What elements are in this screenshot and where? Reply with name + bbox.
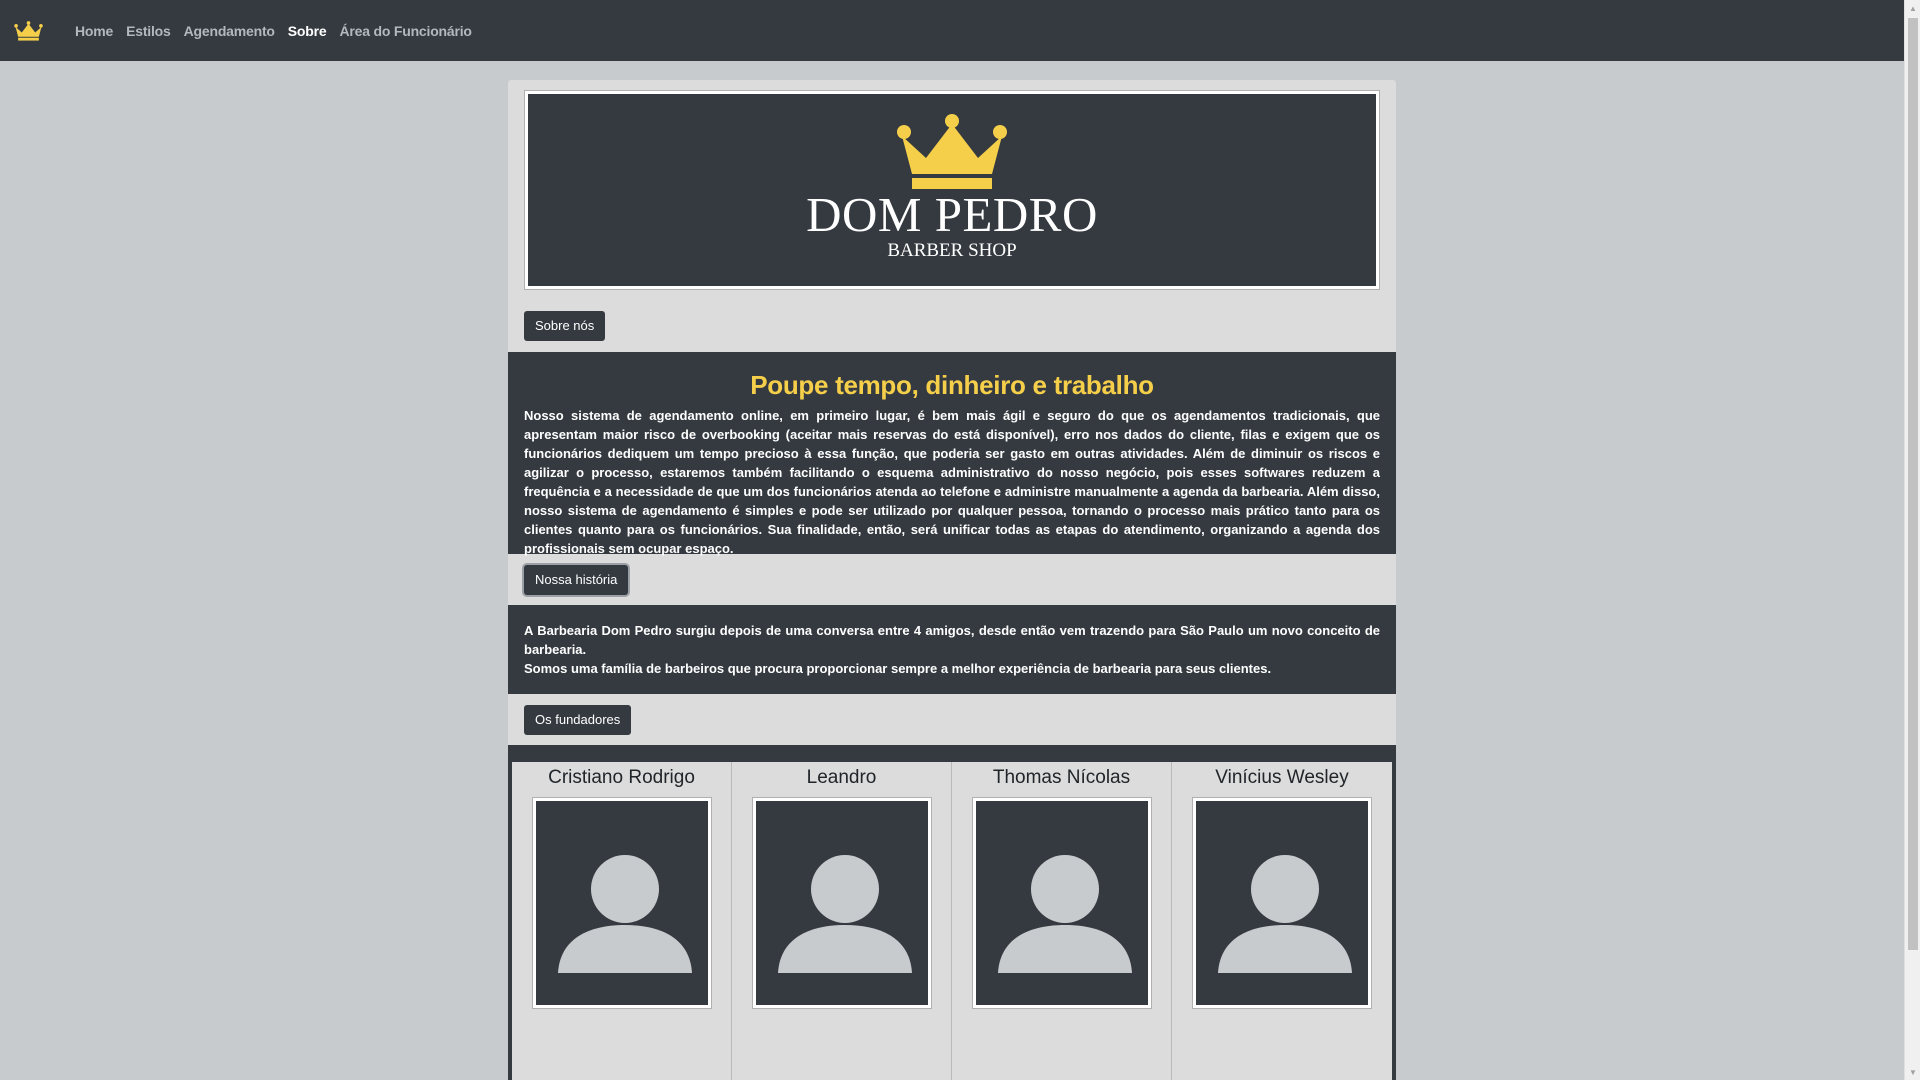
hero-title: DOM PEDRO xyxy=(806,187,1098,242)
avatar-placeholder-icon xyxy=(557,855,692,973)
nav-agendamento[interactable]: Agendamento xyxy=(184,23,275,39)
avatar-placeholder-icon xyxy=(777,855,912,973)
crown-icon xyxy=(897,114,1007,189)
nav-estilos[interactable]: Estilos xyxy=(126,23,171,39)
about-text: Nosso sistema de agendamento online, em … xyxy=(524,408,1380,556)
hero-banner: DOM PEDRO BARBER SHOP xyxy=(524,90,1380,290)
top-navbar: Home Estilos Agendamento Sobre Área do F… xyxy=(0,0,1904,61)
about-section: Poupe tempo, dinheiro e trabalho Nosso s… xyxy=(508,352,1396,556)
founder-photo xyxy=(971,797,1152,1009)
founder-card: Leandro xyxy=(732,762,952,1080)
about-us-button[interactable]: Sobre nós xyxy=(524,311,606,341)
scroll-up-arrow-icon[interactable]: ▲ xyxy=(1905,0,1920,16)
crown-icon xyxy=(14,20,43,41)
scroll-thumb[interactable] xyxy=(1908,18,1918,950)
about-container: DOM PEDRO BARBER SHOP Sobre nós Poupe te… xyxy=(508,80,1396,1080)
avatar-placeholder-icon xyxy=(1218,855,1352,973)
our-history-button[interactable]: Nossa história xyxy=(524,565,629,595)
vertical-scrollbar[interactable]: ▲ ▼ xyxy=(1904,0,1920,1080)
history-paragraph-2: Somos uma família de barbeiros que procu… xyxy=(524,661,1272,676)
founder-name: Leandro xyxy=(806,767,877,788)
nav-area-funcionario[interactable]: Área do Funcionário xyxy=(339,23,472,39)
founder-card: Vinícius Wesley xyxy=(1172,762,1392,1080)
founder-photo xyxy=(531,797,712,1009)
hero-subtitle: BARBER SHOP xyxy=(887,240,1017,261)
history-paragraph-1: A Barbearia Dom Pedro surgiu depois de u… xyxy=(524,623,1380,657)
nav-home[interactable]: Home xyxy=(75,23,113,39)
founder-photo xyxy=(751,797,932,1009)
founder-name: Vinícius Wesley xyxy=(1215,767,1349,788)
founders-grid: Cristiano Rodrigo Leandro Thomas Nícolas… xyxy=(512,762,1392,1080)
founders-section: Cristiano Rodrigo Leandro Thomas Nícolas… xyxy=(508,745,1396,1080)
founder-photo xyxy=(1192,797,1372,1009)
brand-crown-icon[interactable] xyxy=(14,20,43,41)
nav-sobre[interactable]: Sobre xyxy=(288,23,327,39)
avatar-placeholder-icon xyxy=(997,855,1132,973)
founder-name: Cristiano Rodrigo xyxy=(548,767,695,788)
about-heading: Poupe tempo, dinheiro e trabalho xyxy=(750,370,1154,400)
scroll-down-arrow-icon[interactable]: ▼ xyxy=(1905,1064,1920,1080)
founder-card: Cristiano Rodrigo xyxy=(512,762,732,1080)
founders-button[interactable]: Os fundadores xyxy=(524,705,632,735)
founder-card: Thomas Nícolas xyxy=(952,762,1172,1080)
founder-name: Thomas Nícolas xyxy=(992,767,1131,788)
history-section: A Barbearia Dom Pedro surgiu depois de u… xyxy=(508,605,1396,694)
